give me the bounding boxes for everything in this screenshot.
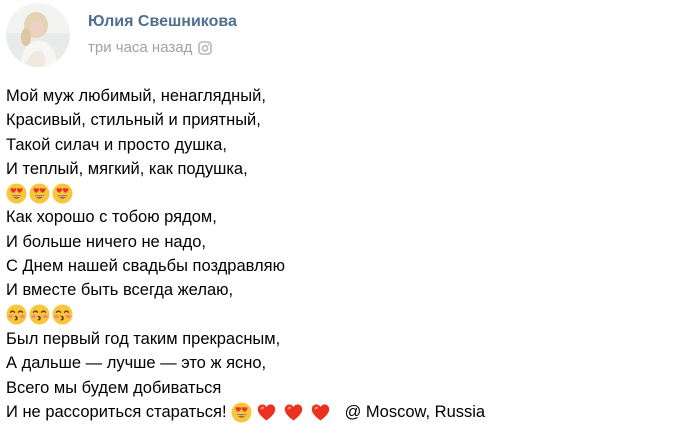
post-header: Юлия Свешникова три часа назад — [6, 3, 237, 67]
heart-eyes-emoji — [29, 183, 50, 204]
heart-eyes-emoji — [6, 183, 27, 204]
poem-line: И теплый, мягкий, как подушка, — [6, 159, 248, 178]
kissing-face-emoji — [52, 304, 73, 325]
kissing-face-emoji — [6, 304, 27, 325]
post-time[interactable]: три часа назад — [88, 38, 192, 58]
red-heart-emoji — [283, 402, 304, 423]
red-heart-emoji — [256, 402, 277, 423]
red-heart-emoji — [310, 402, 331, 423]
poem-line: Красивый, стильный и приятный, — [6, 111, 261, 130]
poem-line: С Днем нашей свадьбы поздравляю — [6, 257, 285, 276]
poem-line: Такой силач и просто душка, — [6, 135, 227, 154]
avatar-photo — [6, 3, 70, 67]
avatar[interactable] — [6, 3, 70, 67]
camera-icon — [198, 41, 213, 55]
post-body: Мой муж любимый, ненаглядный, Красивый, … — [6, 84, 696, 424]
poem-line: Был первый год таким прекрасным, — [6, 329, 281, 348]
poem-line: И вместе быть всегда желаю, — [6, 281, 234, 300]
post-meta: три часа назад — [88, 38, 237, 58]
author-name[interactable]: Юлия Свешникова — [88, 11, 237, 33]
poem-line: А дальше — лучше — это ж ясно, — [6, 354, 267, 373]
heart-eyes-emoji — [52, 183, 73, 204]
emoji-row — [6, 303, 696, 327]
poem-line: И больше ничего не надо, — [6, 232, 206, 251]
last-line: И не рассориться стараться! @ Moscow, Ru… — [6, 400, 696, 424]
heart-eyes-emoji — [231, 402, 252, 423]
kissing-face-emoji — [29, 304, 50, 325]
poem-line: Мой муж любимый, ненаглядный, — [6, 87, 266, 105]
author-block: Юлия Свешникова три часа назад — [88, 3, 237, 58]
poem-line: Всего мы будем добиваться — [6, 378, 222, 397]
emoji-row — [6, 181, 696, 205]
poem-line: Как хорошо с тобою рядом, — [6, 208, 217, 227]
location-link[interactable]: @ Moscow, Russia — [345, 403, 486, 422]
poem-line: И не рассориться стараться! — [6, 402, 227, 421]
